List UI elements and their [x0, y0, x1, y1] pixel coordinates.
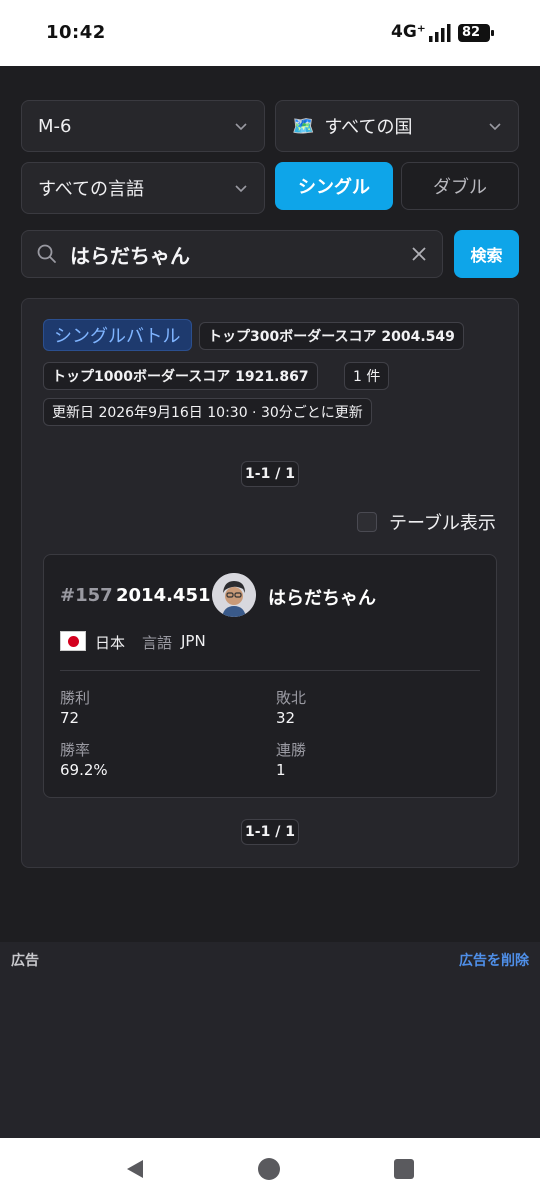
table-view-toggle[interactable]: テーブル表示 [357, 509, 496, 535]
app-content: M-6 🗺️ すべての国 すべての言語 シングル ダブル はらだちゃん 検索 シ… [0, 66, 540, 942]
avatar [212, 573, 256, 617]
double-battle-tab[interactable]: ダブル [401, 162, 519, 210]
losses-label: 敗北 [276, 689, 307, 707]
japan-flag-icon [60, 631, 86, 651]
mode-select-value: M-6 [38, 115, 72, 137]
top300-border-chip: トップ300ボーダースコア 2004.549 [199, 322, 464, 350]
mode-select[interactable]: M-6 [21, 100, 265, 152]
table-view-label: テーブル表示 [389, 513, 496, 534]
search-box[interactable]: はらだちゃん [21, 230, 443, 278]
search-icon [37, 244, 56, 263]
chevron-down-icon [489, 123, 501, 131]
language-select[interactable]: すべての言語 [21, 162, 265, 214]
recent-apps-icon[interactable] [394, 1159, 414, 1179]
clear-icon[interactable] [410, 245, 428, 263]
pagination-top: 1-1 / 1 [241, 461, 299, 487]
pagination-bottom: 1-1 / 1 [241, 819, 299, 845]
winrate-label: 勝率 [60, 741, 91, 759]
status-time: 10:42 [46, 22, 106, 43]
country-select-value: すべての国 [324, 117, 413, 138]
network-indicator: 4G⁺ [391, 22, 426, 42]
single-battle-tab[interactable]: シングル [275, 162, 393, 210]
result-count-chip: 1 件 [344, 362, 390, 390]
chevron-down-icon [235, 185, 247, 193]
battery-icon: 82 [458, 24, 494, 42]
streak-value: 1 [276, 761, 286, 779]
wins-label: 勝利 [60, 689, 91, 707]
player-rank: #157 [60, 585, 113, 606]
ranking-panel: シングルバトル トップ300ボーダースコア 2004.549 トップ1000ボー… [21, 298, 519, 868]
top1000-border-chip: トップ1000ボーダースコア 1921.867 [43, 362, 318, 390]
world-map-icon: 🗺️ [292, 115, 315, 137]
player-name: はらだちゃん [268, 588, 376, 609]
wins-value: 72 [60, 709, 80, 727]
card-divider [60, 670, 480, 671]
search-input[interactable]: はらだちゃん [70, 240, 410, 269]
table-view-checkbox[interactable] [357, 512, 377, 532]
remove-ads-link[interactable]: 広告を削除 [459, 950, 529, 970]
back-icon[interactable] [124, 1158, 146, 1180]
status-bar: 10:42 4G⁺ 82 [0, 0, 540, 66]
battery-level: 82 [462, 25, 481, 40]
language-label: 言語 [142, 634, 173, 652]
country-select[interactable]: 🗺️ すべての国 [275, 100, 519, 152]
ad-label: 広告 [11, 953, 39, 969]
chevron-down-icon [235, 123, 247, 131]
system-nav-bar [0, 1138, 540, 1200]
streak-label: 連勝 [276, 741, 307, 759]
player-country: 日本 [95, 634, 126, 652]
player-score: 2014.451 [116, 585, 211, 606]
player-card[interactable]: #157 2014.451 はらだちゃん 日本 言語 JPN 勝利 72 敗北 … [43, 554, 497, 798]
winrate-value: 69.2% [60, 761, 108, 779]
ad-banner: 広告 広告を削除 [0, 942, 540, 1138]
battle-type-badge: シングルバトル [43, 319, 192, 351]
losses-value: 32 [276, 709, 296, 727]
home-icon[interactable] [258, 1158, 280, 1180]
search-button[interactable]: 検索 [454, 230, 519, 278]
language-select-value: すべての言語 [38, 179, 145, 200]
updated-chip: 更新日 2026年9月16日 10:30 · 30分ごとに更新 [43, 398, 372, 426]
signal-icon [429, 24, 451, 42]
player-language: JPN [181, 632, 206, 650]
